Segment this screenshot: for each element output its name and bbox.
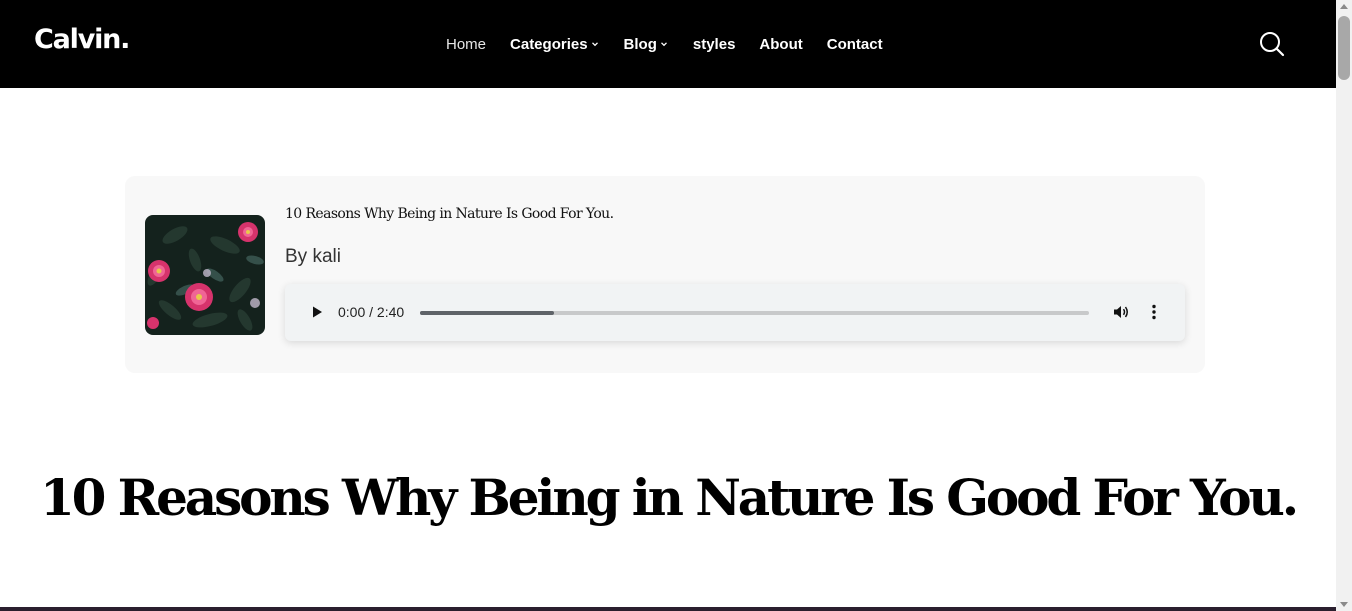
audio-card: 10 Reasons Why Being in Nature Is Good F…	[125, 176, 1205, 373]
play-icon[interactable]	[309, 304, 325, 320]
buffered-range	[420, 311, 554, 315]
main-nav: Home Categories Blog styles About Contac…	[446, 34, 883, 54]
progress-bar[interactable]	[420, 311, 1089, 315]
track-title: 10 Reasons Why Being in Nature Is Good F…	[285, 206, 614, 222]
scrollbar-thumb[interactable]	[1338, 16, 1350, 80]
page: Calvin. Home Categories Blog styles Abou…	[0, 0, 1336, 611]
nav-item-contact[interactable]: Contact	[827, 36, 883, 53]
audio-player: 0:00 / 2:40	[285, 284, 1185, 341]
nav-item-styles[interactable]: styles	[693, 36, 736, 53]
site-logo[interactable]: Calvin.	[34, 24, 130, 55]
track-author: By kali	[285, 246, 341, 267]
nav-item-label: Blog	[623, 35, 657, 53]
nav-item-label: styles	[692, 35, 736, 53]
scroll-up-arrow-icon[interactable]	[1340, 4, 1348, 9]
search-icon[interactable]	[1258, 30, 1286, 58]
nav-item-label: Categories	[510, 35, 588, 53]
nav-item-categories[interactable]: Categories	[510, 36, 600, 53]
page-scrollbar[interactable]	[1336, 0, 1352, 611]
time-display: 0:00 / 2:40	[338, 304, 405, 320]
chevron-down-icon	[660, 42, 667, 47]
chevron-down-icon	[591, 42, 598, 47]
flower-image	[145, 215, 265, 335]
site-header: Calvin. Home Categories Blog styles Abou…	[0, 0, 1336, 88]
scroll-down-arrow-icon[interactable]	[1340, 602, 1348, 607]
bottom-divider	[0, 607, 1336, 611]
nav-item-blog[interactable]: Blog	[624, 36, 669, 53]
nav-item-label: Home	[446, 35, 487, 53]
cover-image	[145, 215, 265, 335]
nav-item-label: Contact	[826, 35, 883, 53]
post-title: 10 Reasons Why Being in Nature Is Good F…	[39, 468, 1299, 527]
more-options-icon[interactable]	[1145, 303, 1163, 321]
volume-icon[interactable]	[1112, 303, 1130, 321]
nav-item-about[interactable]: About	[759, 36, 802, 53]
nav-item-home[interactable]: Home	[446, 36, 486, 53]
nav-item-label: About	[759, 35, 803, 53]
